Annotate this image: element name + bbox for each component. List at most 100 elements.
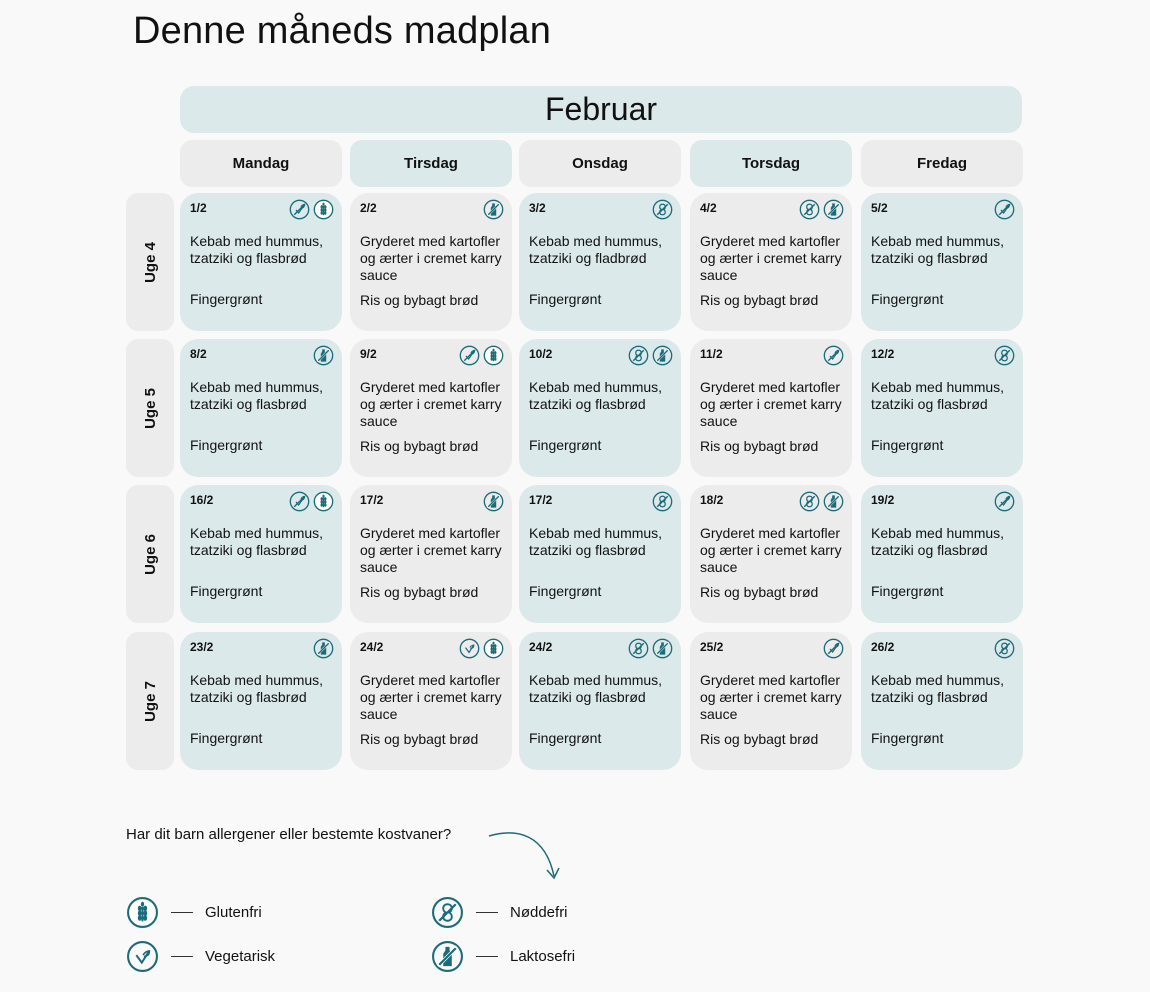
meal-date: 9/2: [360, 347, 377, 361]
meal-cell: 23/2 Kebab med hummus, tzatziki og flasb…: [180, 632, 342, 770]
legend-dash: [476, 912, 498, 913]
meal-side: Ris og bybagt brød: [360, 584, 479, 600]
gluten-free-icon: [126, 896, 159, 929]
gluten-free-icon: [313, 491, 334, 512]
meal-cell: 24/2 Gryderet med kartofler og ærter i c…: [350, 632, 512, 770]
lactose-free-icon: [313, 638, 334, 659]
meal-cell: 2/2 Gryderet med kartofler og ærter i cr…: [350, 193, 512, 331]
day-header-mandag: Mandag: [180, 140, 342, 187]
diet-icons: [994, 638, 1015, 659]
meal-dish: Gryderet med kartofler og ærter i cremet…: [360, 672, 502, 722]
meal-dish: Kebab med hummus, tzatziki og flasbrød: [529, 379, 663, 412]
meal-date: 10/2: [529, 347, 553, 361]
week-label: Uge 6: [126, 485, 174, 623]
lactose-free-icon: [313, 345, 334, 366]
meal-date: 12/2: [871, 347, 895, 361]
meal-dish: Kebab med hummus, tzatziki og flasbrød: [529, 525, 663, 558]
meal-dish: Kebab med hummus, tzatziki og flasbrød: [529, 672, 663, 705]
legend-label: Nøddefri: [510, 904, 568, 921]
diet-icons: [483, 199, 504, 220]
diet-icons: [628, 345, 673, 366]
diet-icons: [652, 491, 673, 512]
meal-side: Ris og bybagt brød: [700, 731, 819, 747]
week-label-text: Uge 6: [141, 533, 159, 575]
week-label-text: Uge 5: [141, 387, 159, 429]
legend-label: Laktosefri: [510, 948, 576, 965]
vegetarian-icon: [459, 345, 480, 366]
meal-side: Fingergrønt: [529, 730, 602, 746]
meal-date: 25/2: [700, 640, 724, 654]
legend-dash: [476, 956, 498, 957]
nut-free-icon: [799, 491, 820, 512]
meal-side: Fingergrønt: [871, 583, 944, 599]
lactose-free-icon: [431, 940, 464, 973]
meal-date: 23/2: [190, 640, 214, 654]
meal-dish: Kebab med hummus, tzatziki og flasbrød: [190, 525, 324, 558]
vegetarian-icon: [823, 345, 844, 366]
meal-dish: Gryderet med kartofler og ærter i cremet…: [360, 233, 502, 283]
vegetarian-icon: [289, 491, 310, 512]
meal-side: Fingergrønt: [190, 583, 263, 599]
meal-side: Ris og bybagt brød: [700, 292, 819, 308]
lactose-free-icon: [483, 199, 504, 220]
meal-side: Fingergrønt: [529, 291, 602, 307]
meal-cell: 18/2 Gryderet med kartofler og ærter i c…: [690, 485, 852, 623]
meal-dish: Kebab med hummus, tzatziki og flasbrød: [190, 672, 324, 705]
meal-cell: 3/2 Kebab med hummus, tzatziki og fladbrø…: [519, 193, 681, 331]
meal-date: 26/2: [871, 640, 895, 654]
vegetarian-icon: [289, 199, 310, 220]
meal-cell: 25/2 Gryderet med kartofler og ærter i c…: [690, 632, 852, 770]
week-label: Uge 7: [126, 632, 174, 770]
meal-side: Ris og bybagt brød: [700, 438, 819, 454]
meal-dish: Gryderet med kartofler og ærter i cremet…: [700, 379, 842, 429]
diet-icons: [483, 491, 504, 512]
month-header: Februar: [180, 86, 1022, 133]
week-label-text: Uge 7: [141, 680, 159, 722]
diet-icons: [799, 491, 844, 512]
legend-item-laktosefri: Laktosefri: [431, 940, 575, 973]
week-label: Uge 5: [126, 339, 174, 477]
nut-free-icon: [628, 345, 649, 366]
meal-date: 24/2: [360, 640, 384, 654]
meal-side: Fingergrønt: [871, 291, 944, 307]
meal-dish: Gryderet med kartofler og ærter i cremet…: [360, 525, 502, 575]
diet-icons: [994, 491, 1015, 512]
vegetarian-icon: [994, 491, 1015, 512]
vegetarian-icon: [823, 638, 844, 659]
nut-free-icon: [994, 638, 1015, 659]
lactose-free-icon: [823, 491, 844, 512]
diet-icons: [313, 638, 334, 659]
meal-dish: Gryderet med kartofler og ærter i cremet…: [700, 672, 842, 722]
meal-cell: 4/2 Gryderet med kartofler og ærter i cr…: [690, 193, 852, 331]
meal-date: 24/2: [529, 640, 553, 654]
meal-cell: 16/2 Kebab med hummus, tzatziki og flasb…: [180, 485, 342, 623]
lactose-free-icon: [652, 638, 673, 659]
meal-cell: 24/2 Kebab med hummus, tzatziki og flasb…: [519, 632, 681, 770]
diet-icons: [628, 638, 673, 659]
meal-date: 18/2: [700, 493, 724, 507]
meal-cell: 19/2 Kebab med hummus, tzatziki og flasb…: [861, 485, 1023, 623]
diet-icons: [459, 638, 504, 659]
day-header-onsdag: Onsdag: [519, 140, 681, 187]
legend-item-nøddefri: Nøddefri: [431, 896, 568, 929]
arrow-icon: [488, 832, 560, 880]
meal-date: 17/2: [529, 493, 553, 507]
meal-dish: Gryderet med kartofler og ærter i cremet…: [360, 379, 502, 429]
meal-side: Fingergrønt: [871, 437, 944, 453]
meal-date: 19/2: [871, 493, 895, 507]
meal-side: Ris og bybagt brød: [700, 584, 819, 600]
meal-dish: Kebab med hummus, tzatziki og flasbrød: [190, 379, 324, 412]
legend-dash: [171, 912, 193, 913]
meal-dish: Kebab med hummus, tzatziki og fladbrød: [529, 233, 663, 266]
nut-free-icon: [994, 345, 1015, 366]
meal-cell: 17/2 Kebab med hummus, tzatziki og flasbr…: [519, 485, 681, 623]
meal-date: 11/2: [700, 347, 723, 361]
nut-free-icon: [652, 199, 673, 220]
meal-date: 5/2: [871, 201, 888, 215]
meal-date: 17/2: [360, 493, 384, 507]
meal-dish: Kebab med hummus, tzatziki og flasbrød: [871, 672, 1005, 705]
meal-side: Fingergrønt: [529, 437, 602, 453]
meal-dish: Gryderet med kartofler og ærter i cremet…: [700, 525, 842, 575]
legend-item-vegetarisk: Vegetarisk: [126, 940, 275, 973]
legend-item-glutenfri: Glutenfri: [126, 896, 262, 929]
